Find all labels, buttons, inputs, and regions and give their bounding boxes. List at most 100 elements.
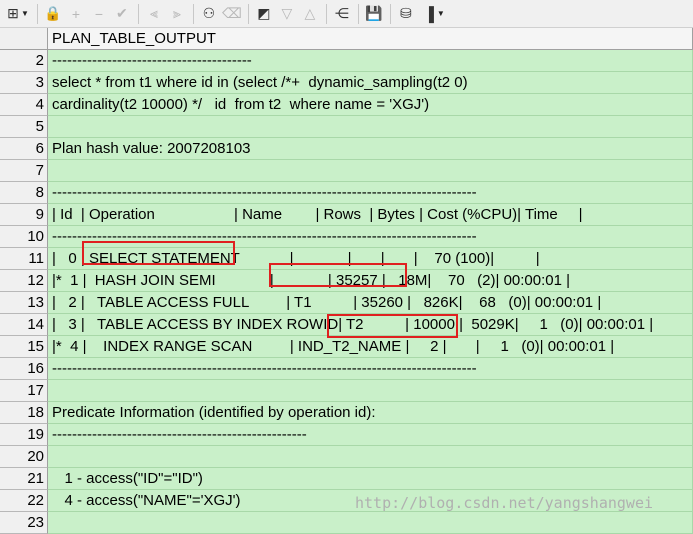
plan-output-cell[interactable]: | 2 | TABLE ACCESS FULL | T1 | 35260 | 8… <box>48 292 693 314</box>
dropdown-arrow-icon[interactable]: ▼ <box>21 9 29 18</box>
row-number[interactable]: 20 <box>0 446 48 468</box>
binoculars-icon: ⚇ <box>202 5 216 21</box>
row-number[interactable]: 9 <box>0 204 48 226</box>
grid-rows: 2 ---------------------------------------… <box>0 50 693 534</box>
toolbar-separator <box>192 3 194 24</box>
row-number[interactable]: 5 <box>0 116 48 138</box>
check-button[interactable]: ✔ <box>111 3 133 25</box>
chart-icon: ▐ <box>423 5 434 22</box>
minus-button[interactable]: − <box>88 3 110 25</box>
plan-output-cell[interactable]: cardinality(t2 10000) */ id from t2 wher… <box>48 94 693 116</box>
row-number[interactable]: 4 <box>0 94 48 116</box>
row-number[interactable]: 12 <box>0 270 48 292</box>
table-row[interactable]: 6 Plan hash value: 2007208103 <box>0 138 693 160</box>
plan-output-cell[interactable]: | Id | Operation | Name | Rows | Bytes |… <box>48 204 693 226</box>
tree-button[interactable]: ⋲ <box>331 3 353 25</box>
triangle-down-icon: ▽ <box>281 5 293 21</box>
triangle-down-button[interactable]: ▽ <box>276 3 298 25</box>
plan-output-cell[interactable] <box>48 512 693 534</box>
plan-output-cell[interactable] <box>48 160 693 182</box>
filter-clear-button[interactable]: ⫸ <box>166 3 188 25</box>
minus-icon: − <box>94 5 104 22</box>
dropdown-arrow-icon[interactable]: ▼ <box>437 9 445 18</box>
table-row[interactable]: 16 --------------------------------------… <box>0 358 693 380</box>
plan-output-cell[interactable]: |* 4 | INDEX RANGE SCAN | IND_T2_NAME | … <box>48 336 693 358</box>
row-number[interactable]: 14 <box>0 314 48 336</box>
plan-output-cell[interactable]: | 3 | TABLE ACCESS BY INDEX ROWID| T2 | … <box>48 314 693 336</box>
plan-output-cell[interactable]: ----------------------------------------… <box>48 424 693 446</box>
table-row[interactable]: 14 | 3 | TABLE ACCESS BY INDEX ROWID| T2 … <box>0 314 693 336</box>
binoculars-button[interactable]: ⚇ <box>198 3 220 25</box>
row-number[interactable]: 21 <box>0 468 48 490</box>
grid-header: PLAN_TABLE_OUTPUT <box>0 28 693 50</box>
plan-output-cell[interactable]: ----------------------------------------… <box>48 358 693 380</box>
row-number[interactable]: 8 <box>0 182 48 204</box>
table-row[interactable]: 17 <box>0 380 693 402</box>
table-row[interactable]: 2 ---------------------------------------… <box>0 50 693 72</box>
table-row[interactable]: 13 | 2 | TABLE ACCESS FULL | T1 | 35260 |… <box>0 292 693 314</box>
fetch-icon: ◩ <box>257 5 271 21</box>
eraser-icon: ⌫ <box>222 5 242 21</box>
column-header-plan-table-output[interactable]: PLAN_TABLE_OUTPUT <box>48 28 693 50</box>
save-button[interactable]: 💾 <box>363 3 385 25</box>
table-row[interactable]: 5 <box>0 116 693 138</box>
filter-clear-icon: ⫸ <box>172 5 181 21</box>
row-number[interactable]: 10 <box>0 226 48 248</box>
plan-output-cell[interactable]: ----------------------------------------… <box>48 182 693 204</box>
table-row[interactable]: 4 cardinality(t2 10000) */ id from t2 whe… <box>0 94 693 116</box>
toolbar-separator <box>36 3 38 24</box>
table-row[interactable]: 8 ---------------------------------------… <box>0 182 693 204</box>
row-number[interactable]: 19 <box>0 424 48 446</box>
table-row[interactable]: 10 --------------------------------------… <box>0 226 693 248</box>
lock-icon: 🔒 <box>44 5 62 21</box>
row-number[interactable]: 17 <box>0 380 48 402</box>
row-number[interactable]: 3 <box>0 72 48 94</box>
lock-button[interactable]: 🔒 <box>42 3 64 25</box>
table-row[interactable]: 11 | 0 | SELECT STATEMENT | | | | 70 (100… <box>0 248 693 270</box>
plan-output-cell[interactable]: Predicate Information (identified by ope… <box>48 402 693 424</box>
database-button[interactable]: ⛁ <box>395 3 417 25</box>
row-number[interactable]: 2 <box>0 50 48 72</box>
plus-button[interactable]: + <box>65 3 87 25</box>
table-row[interactable]: 3 select * from t1 where id in (select /*… <box>0 72 693 94</box>
row-number[interactable]: 23 <box>0 512 48 534</box>
plan-output-cell[interactable]: 1 - access("ID"="ID") <box>48 468 693 490</box>
triangle-up-button[interactable]: △ <box>299 3 321 25</box>
plan-output-cell[interactable]: 4 - access("NAME"='XGJ') <box>48 490 693 512</box>
row-number[interactable]: 16 <box>0 358 48 380</box>
plan-output-cell[interactable]: ----------------------------------------… <box>48 226 693 248</box>
plan-output-cell[interactable]: | 0 | SELECT STATEMENT | | | | 70 (100)|… <box>48 248 693 270</box>
table-row[interactable]: 9 | Id | Operation | Name | Rows | Bytes … <box>0 204 693 226</box>
table-row[interactable]: 21 1 - access("ID"="ID") <box>0 468 693 490</box>
table-row[interactable]: 18 Predicate Information (identified by o… <box>0 402 693 424</box>
row-number[interactable]: 7 <box>0 160 48 182</box>
plan-output-cell[interactable] <box>48 116 693 138</box>
table-row[interactable]: 7 <box>0 160 693 182</box>
table-row[interactable]: 22 4 - access("NAME"='XGJ') <box>0 490 693 512</box>
filter-down-button[interactable]: ⫷ <box>143 3 165 25</box>
plus-icon: + <box>71 5 81 22</box>
table-row[interactable]: 12 |* 1 | HASH JOIN SEMI | | 35257 | 18M|… <box>0 270 693 292</box>
table-row[interactable]: 23 <box>0 512 693 534</box>
toolbar: ⊞ ▼ 🔒 + − ✔ ⫷ ⫸ ⚇ ⌫ ◩ ▽ △ ⋲ 💾 ⛁ ▐ ▼ <box>0 0 693 28</box>
row-number[interactable]: 13 <box>0 292 48 314</box>
table-row[interactable]: 20 <box>0 446 693 468</box>
table-row[interactable]: 19 --------------------------------------… <box>0 424 693 446</box>
plan-output-cell[interactable] <box>48 446 693 468</box>
tree-icon: ⋲ <box>334 5 349 21</box>
plan-output-cell[interactable] <box>48 380 693 402</box>
row-number[interactable]: 6 <box>0 138 48 160</box>
row-number[interactable]: 18 <box>0 402 48 424</box>
row-number[interactable]: 15 <box>0 336 48 358</box>
plan-output-cell[interactable]: select * from t1 where id in (select /*+… <box>48 72 693 94</box>
row-number[interactable]: 11 <box>0 248 48 270</box>
filter-down-icon: ⫷ <box>149 5 158 21</box>
table-row[interactable]: 15 |* 4 | INDEX RANGE SCAN | IND_T2_NAME … <box>0 336 693 358</box>
plan-output-cell[interactable]: Plan hash value: 2007208103 <box>48 138 693 160</box>
fetch-button[interactable]: ◩ <box>253 3 275 25</box>
grid-corner[interactable] <box>0 28 48 50</box>
plan-output-cell[interactable]: |* 1 | HASH JOIN SEMI | | 35257 | 18M| 7… <box>48 270 693 292</box>
plan-output-cell[interactable]: ---------------------------------------- <box>48 50 693 72</box>
row-number[interactable]: 22 <box>0 490 48 512</box>
eraser-button[interactable]: ⌫ <box>221 3 243 25</box>
